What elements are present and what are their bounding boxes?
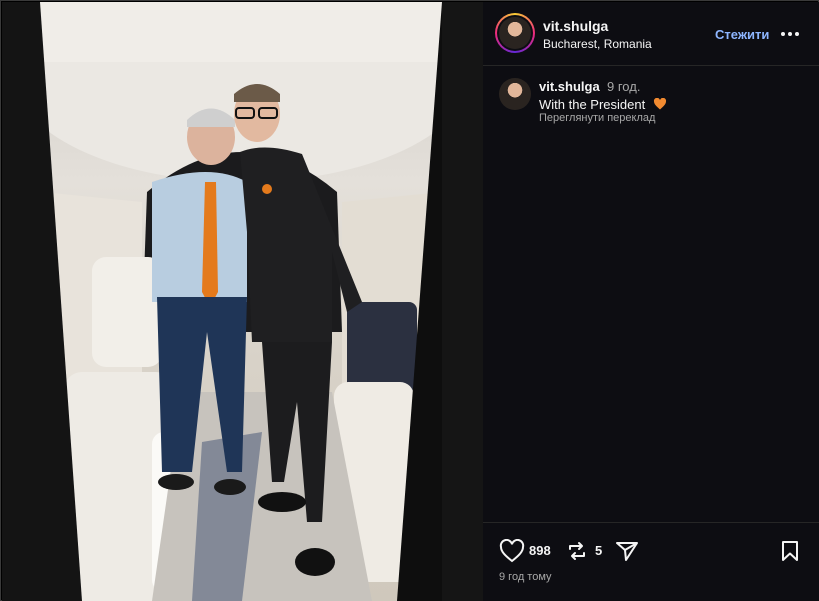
more-horizontal-icon[interactable] <box>779 24 801 44</box>
follow-button[interactable]: Стежити <box>715 27 769 42</box>
profile-avatar[interactable] <box>495 13 535 53</box>
bookmark-icon[interactable] <box>779 539 801 563</box>
posted-time: 9 год тому <box>499 571 552 583</box>
likes-count[interactable]: 898 <box>529 543 551 558</box>
caption-text-row: With the President <box>539 97 667 112</box>
post-header: vit.shulga Bucharest, Romania Стежити <box>483 2 819 66</box>
post-location[interactable]: Bucharest, Romania <box>543 37 652 51</box>
post-actions-bar: 898 5 9 год тому <box>483 522 819 601</box>
post-viewer: vit.shulga Bucharest, Romania Стежити vi… <box>0 0 819 601</box>
avatar-inner <box>497 15 533 51</box>
reposts-count[interactable]: 5 <box>595 543 602 558</box>
avatar-image <box>499 17 531 49</box>
repost-icon[interactable] <box>565 539 589 563</box>
caption-avatar[interactable] <box>499 78 531 110</box>
post-side-panel: vit.shulga Bucharest, Romania Стежити vi… <box>483 2 819 601</box>
post-image <box>2 2 483 601</box>
caption-time[interactable]: 9 год. <box>607 79 640 94</box>
orange-heart-icon <box>653 98 666 110</box>
see-translation-link[interactable]: Переглянути переклад <box>539 112 655 124</box>
share-icon[interactable] <box>615 539 639 563</box>
post-username[interactable]: vit.shulga <box>543 18 608 34</box>
caption-text: With the President <box>539 97 646 112</box>
heart-icon[interactable] <box>499 539 525 563</box>
caption-username[interactable]: vit.shulga <box>539 79 600 94</box>
post-photo[interactable] <box>2 2 483 601</box>
